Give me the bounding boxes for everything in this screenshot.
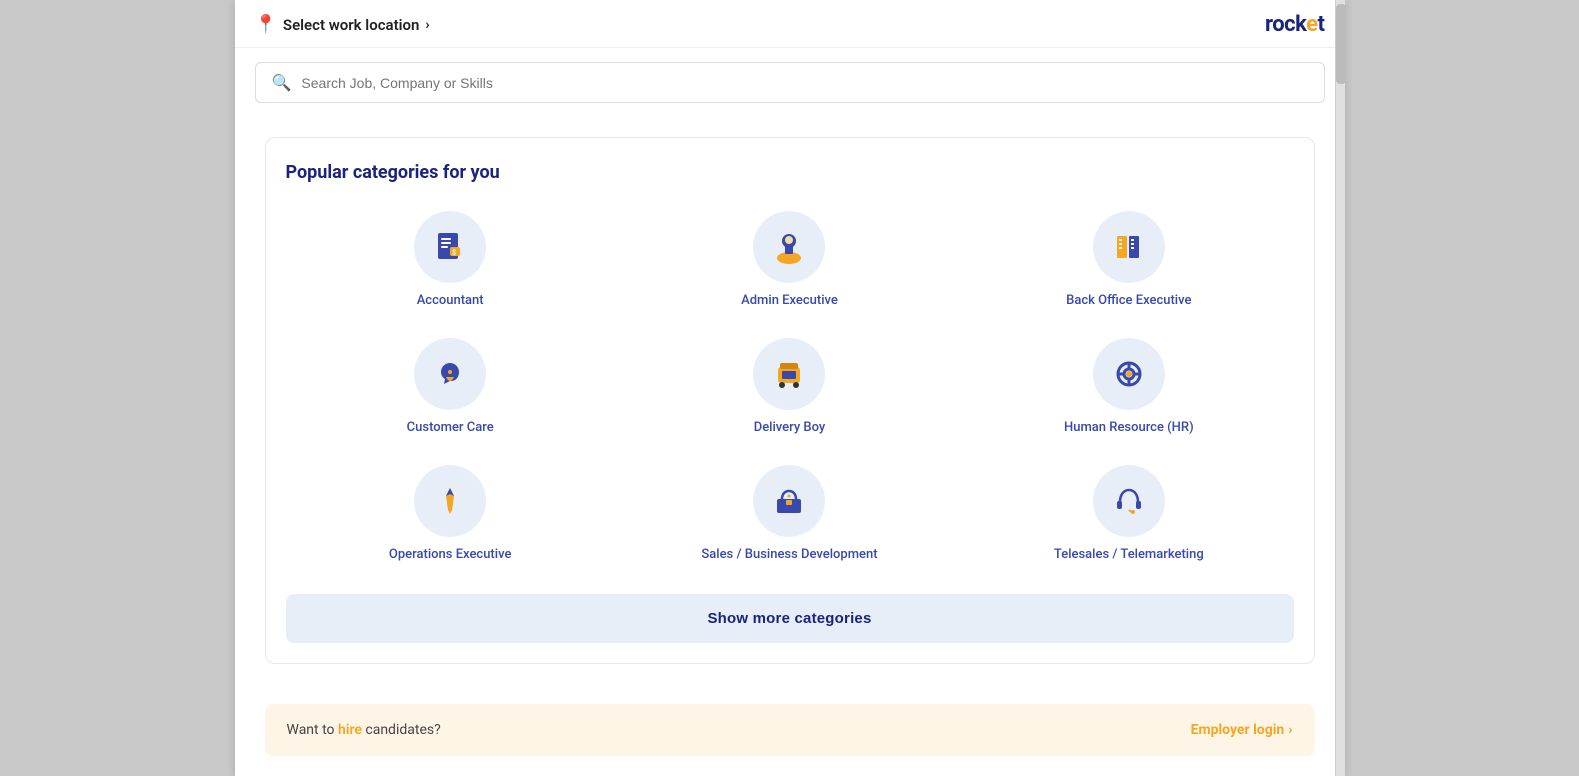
operations-icon xyxy=(431,482,469,520)
location-text: Select work location xyxy=(283,16,419,34)
category-item-sales[interactable]: Sales / Business Development xyxy=(625,465,954,562)
logo: rocket xyxy=(1265,12,1325,37)
section-card: Popular categories for you $ xyxy=(265,137,1315,664)
admin-icon-wrapper xyxy=(753,211,825,283)
operations-icon-wrapper xyxy=(414,465,486,537)
delivery-label: Delivery Boy xyxy=(754,420,826,435)
admin-label: Admin Executive xyxy=(741,293,838,308)
location-pin-icon: 📍 xyxy=(255,14,277,35)
main-panel: 📍 Select work location › rocket 🔍 Popula… xyxy=(235,0,1345,776)
operations-label: Operations Executive xyxy=(389,547,511,562)
category-item-accountant[interactable]: $ Accountant xyxy=(286,211,615,308)
category-item-customercare[interactable]: Customer Care xyxy=(286,338,615,435)
logo-text: rocket xyxy=(1265,12,1325,37)
accountant-label: Accountant xyxy=(417,293,484,308)
scrollbar[interactable] xyxy=(1335,0,1345,776)
accountant-icon-wrapper: $ xyxy=(414,211,486,283)
delivery-icon-wrapper xyxy=(753,338,825,410)
categories-grid: $ Accountant xyxy=(286,211,1294,562)
search-icon: 🔍 xyxy=(272,73,292,92)
location-chevron-icon: › xyxy=(425,17,429,33)
customercare-label: Customer Care xyxy=(407,420,494,435)
sales-label: Sales / Business Development xyxy=(701,547,877,562)
backoffice-label: Back Office Executive xyxy=(1066,293,1191,308)
section-title: Popular categories for you xyxy=(286,162,1294,183)
backoffice-icon-wrapper xyxy=(1093,211,1165,283)
customercare-icon xyxy=(431,355,469,393)
telesales-icon-wrapper xyxy=(1093,465,1165,537)
hr-label: Human Resource (HR) xyxy=(1064,420,1194,435)
employer-login-link[interactable]: Employer login › xyxy=(1191,722,1293,738)
category-item-telesales[interactable]: Telesales / Telemarketing xyxy=(964,465,1293,562)
category-item-delivery[interactable]: Delivery Boy xyxy=(625,338,954,435)
outer-wrapper: 📍 Select work location › rocket 🔍 Popula… xyxy=(0,0,1579,776)
telesales-icon xyxy=(1110,482,1148,520)
category-item-backoffice[interactable]: Back Office Executive xyxy=(964,211,1293,308)
svg-text:$: $ xyxy=(452,249,456,257)
backoffice-icon xyxy=(1110,228,1148,266)
scrollbar-thumb[interactable] xyxy=(1336,4,1346,84)
show-more-button[interactable]: Show more categories xyxy=(286,594,1294,643)
search-bar: 🔍 xyxy=(255,62,1325,103)
location-selector[interactable]: 📍 Select work location › xyxy=(255,14,430,35)
employer-banner: Want to hire candidates? Employer login … xyxy=(265,704,1315,756)
admin-icon xyxy=(770,228,808,266)
top-bar: 📍 Select work location › rocket xyxy=(235,0,1345,48)
categories-section: Popular categories for you $ xyxy=(235,117,1345,684)
category-item-operations[interactable]: Operations Executive xyxy=(286,465,615,562)
hr-icon xyxy=(1110,355,1148,393)
customercare-icon-wrapper xyxy=(414,338,486,410)
sales-icon-wrapper xyxy=(753,465,825,537)
hr-icon-wrapper xyxy=(1093,338,1165,410)
search-bar-wrapper: 🔍 xyxy=(235,48,1345,117)
employer-login-label: Employer login xyxy=(1191,722,1285,738)
sales-icon xyxy=(770,482,808,520)
delivery-icon xyxy=(770,355,808,393)
accountant-icon: $ xyxy=(431,228,469,266)
employer-banner-text: Want to hire candidates? xyxy=(287,722,441,738)
category-item-hr[interactable]: Human Resource (HR) xyxy=(964,338,1293,435)
search-input[interactable] xyxy=(301,75,1307,91)
telesales-label: Telesales / Telemarketing xyxy=(1054,547,1204,562)
category-item-admin[interactable]: Admin Executive xyxy=(625,211,954,308)
employer-login-chevron: › xyxy=(1288,722,1292,738)
